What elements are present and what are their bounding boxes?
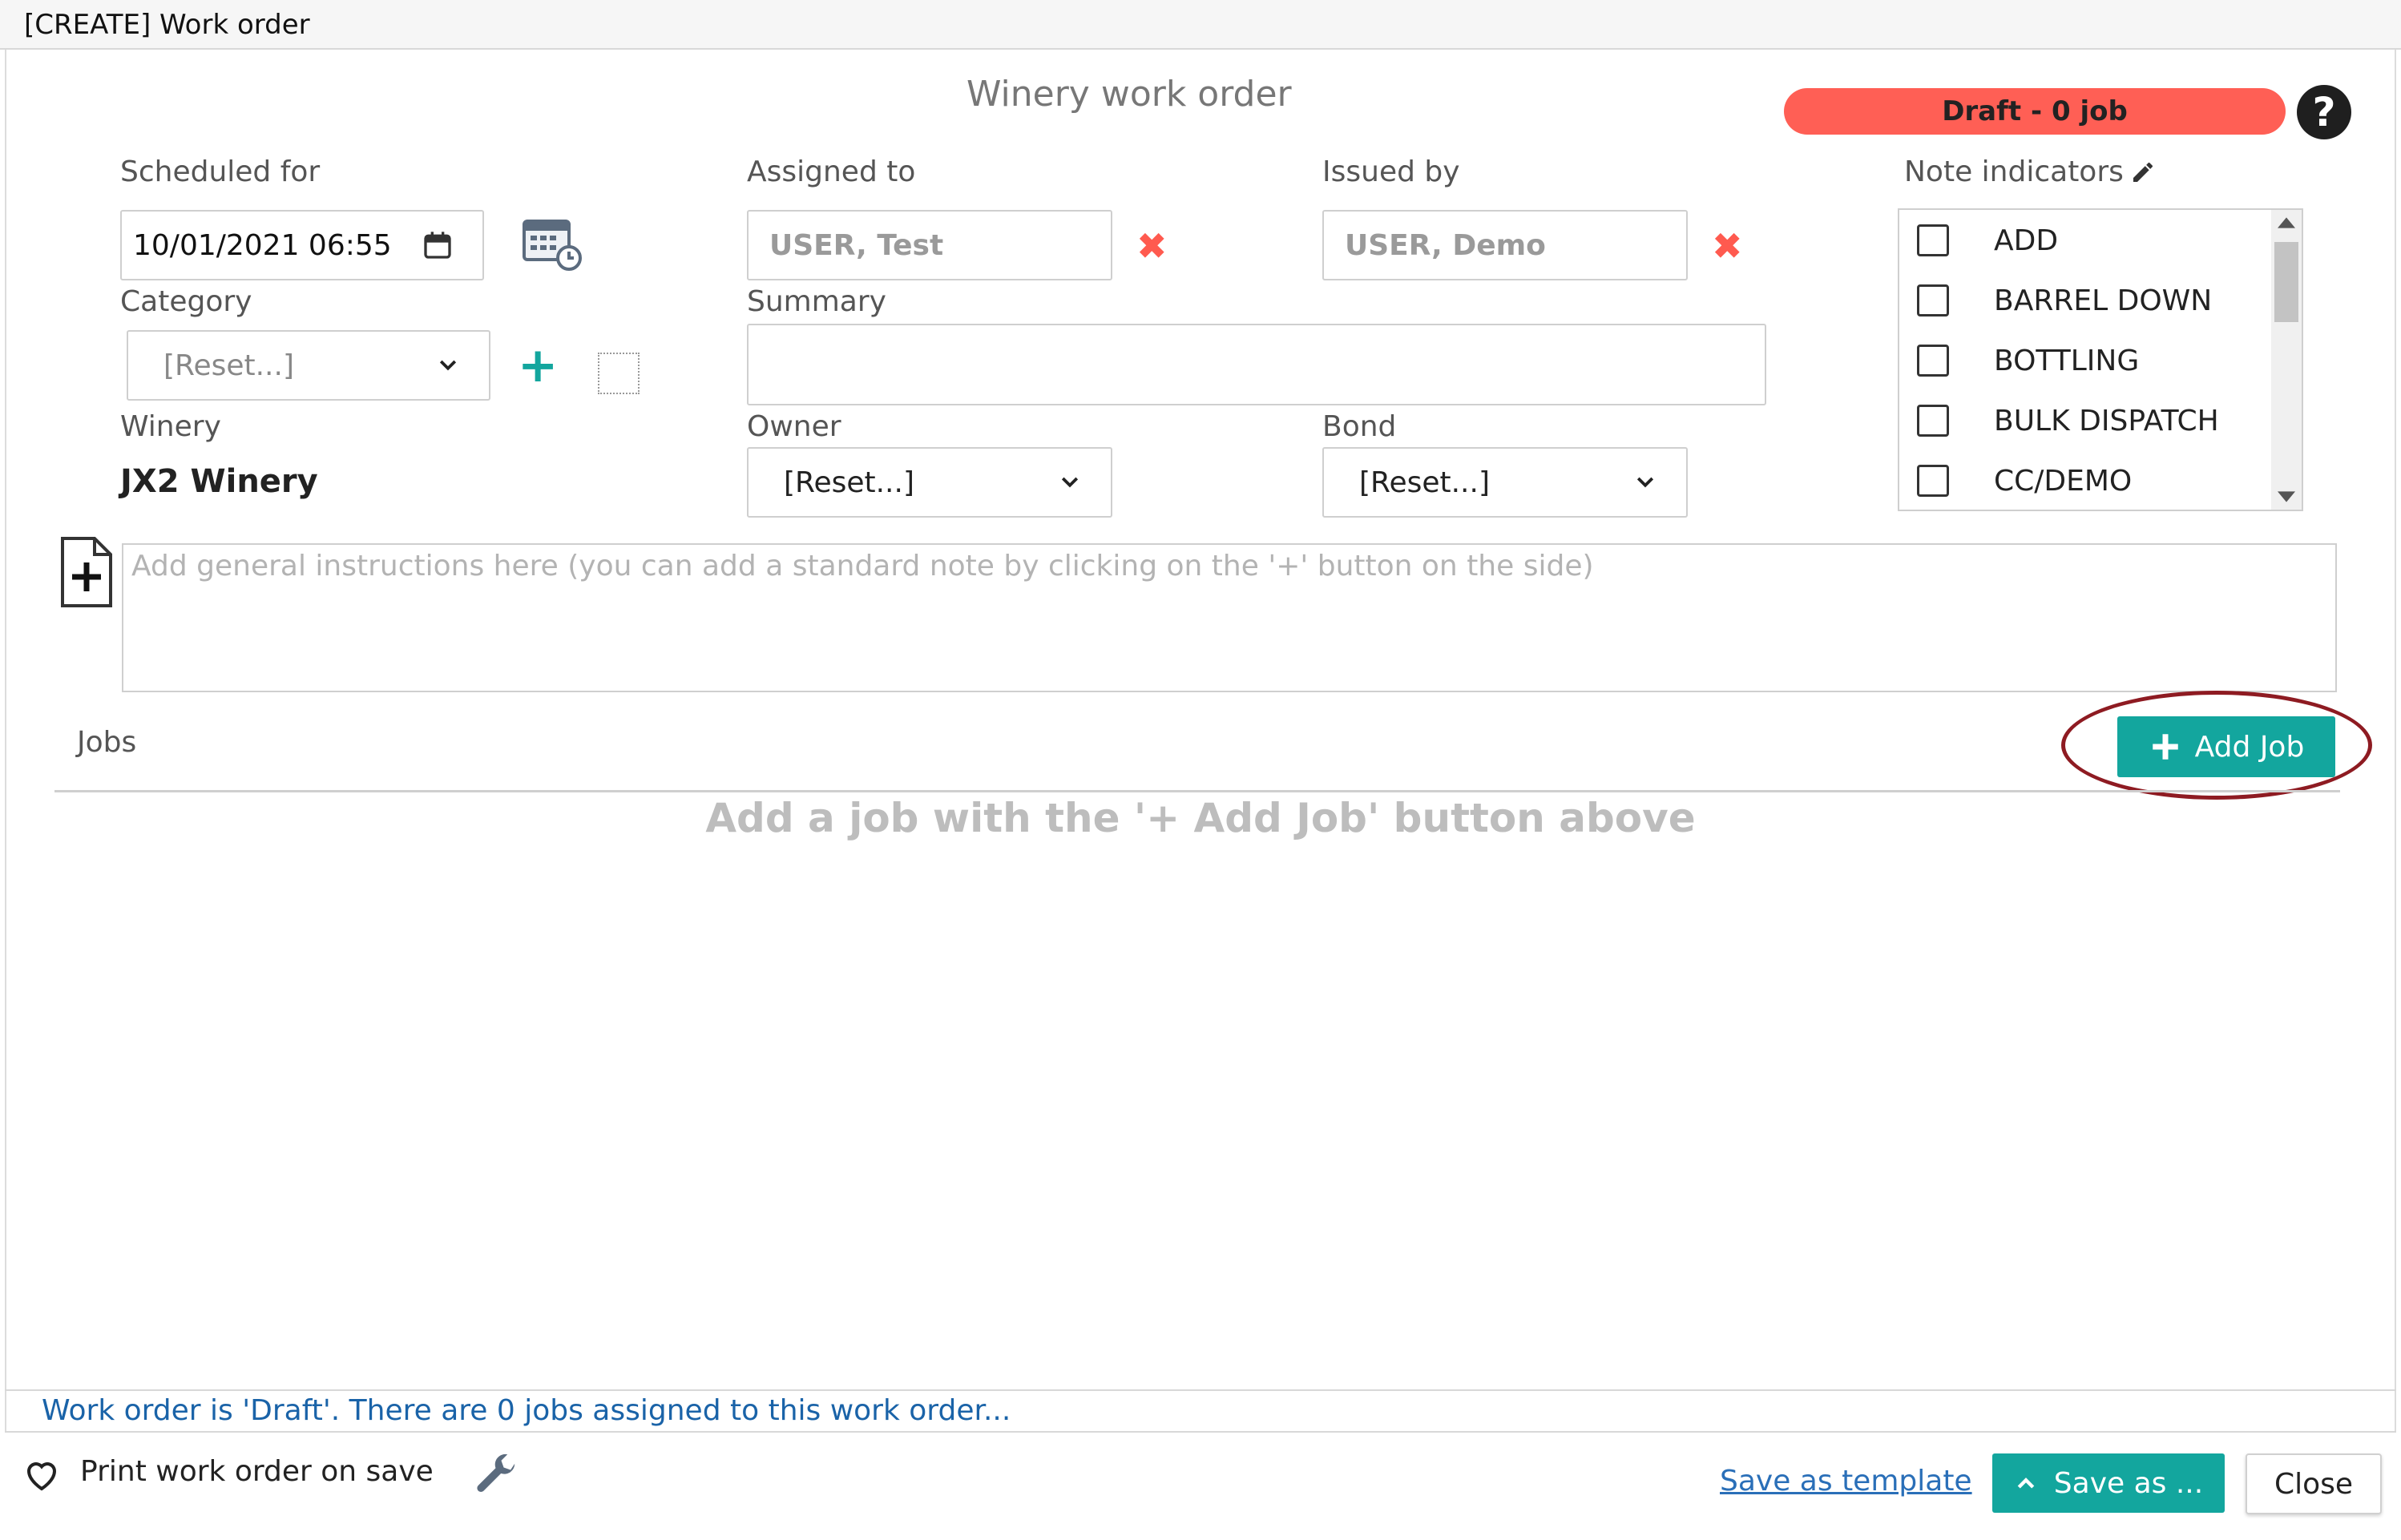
category-value: [Reset...] — [163, 349, 294, 382]
checkbox[interactable] — [1917, 465, 1949, 497]
winery-label: Winery — [120, 410, 221, 443]
category-select[interactable]: [Reset...] — [127, 330, 490, 401]
save-as-label: Save as ... — [2053, 1466, 2204, 1500]
jobs-divider — [54, 790, 2340, 792]
bond-select[interactable]: [Reset...] — [1322, 447, 1688, 518]
highlight-ring — [2061, 691, 2372, 800]
save-as-button[interactable]: Save as ... — [1992, 1453, 2225, 1513]
scheduled-label: Scheduled for — [120, 155, 321, 188]
chevron-down-icon — [1061, 477, 1079, 488]
jobs-empty-message: Add a job with the '+ Add Job' button ab… — [705, 795, 1696, 841]
status-message: Work order is 'Draft'. There are 0 jobs … — [5, 1389, 2396, 1433]
category-color-swatch[interactable] — [598, 353, 640, 394]
scroll-down-icon[interactable] — [2278, 490, 2295, 503]
issued-by-field[interactable]: USER, Demo — [1322, 210, 1688, 280]
checkbox[interactable] — [1917, 405, 1949, 437]
bond-label: Bond — [1322, 410, 1397, 443]
assigned-label: Assigned to — [747, 155, 916, 188]
scrollbar-thumb[interactable] — [2274, 242, 2298, 322]
assigned-to-field[interactable]: USER, Test — [747, 210, 1112, 280]
checkbox[interactable] — [1917, 224, 1949, 256]
add-standard-note-icon[interactable] — [59, 535, 114, 609]
form-title: Winery work order — [966, 74, 1292, 115]
bond-value: [Reset...] — [1359, 466, 1490, 499]
note-indicators-list[interactable]: ADD BARREL DOWN BOTTLING BULK DISPATCH C… — [1898, 208, 2303, 511]
note-indicators-label: Note indicators — [1904, 155, 2124, 188]
scheduled-date-value: 10/01/2021 06:55 — [133, 228, 392, 262]
note-item[interactable]: BULK DISPATCH — [1917, 397, 2219, 445]
clear-issued-icon[interactable]: ✖ — [1712, 228, 1743, 264]
winery-value: JX2 Winery — [120, 463, 318, 500]
chevron-up-icon — [2017, 1478, 2035, 1489]
checkbox[interactable] — [1917, 284, 1949, 316]
chevron-down-icon — [1636, 477, 1654, 488]
clear-assigned-icon[interactable]: ✖ — [1136, 228, 1168, 264]
window-title: [CREATE] Work order — [0, 0, 2401, 50]
note-item[interactable]: BARREL DOWN — [1917, 276, 2212, 325]
general-instructions-input[interactable]: Add general instructions here (you can a… — [122, 543, 2337, 692]
add-category-icon[interactable]: + — [518, 341, 558, 389]
owner-select[interactable]: [Reset...] — [747, 447, 1112, 518]
heart-icon[interactable] — [22, 1457, 61, 1492]
note-item[interactable]: CC/DEMO — [1917, 457, 2132, 505]
schedule-calendar-clock-icon[interactable] — [521, 215, 585, 272]
note-item[interactable]: ADD — [1917, 216, 2058, 264]
help-icon[interactable]: ? — [2297, 85, 2351, 139]
save-as-template-link[interactable]: Save as template — [1720, 1465, 1972, 1498]
owner-label: Owner — [747, 410, 841, 443]
jobs-label: Jobs — [77, 726, 137, 759]
owner-value: [Reset...] — [784, 466, 914, 499]
status-badge: Draft - 0 job — [1784, 88, 2286, 135]
issued-label: Issued by — [1322, 155, 1460, 188]
scheduled-date-input[interactable]: 10/01/2021 06:55 — [120, 210, 484, 280]
note-item[interactable]: BOTTLING — [1917, 337, 2139, 385]
chevron-down-icon — [439, 360, 457, 371]
category-label: Category — [120, 285, 252, 318]
wrench-icon[interactable] — [471, 1450, 521, 1500]
close-button[interactable]: Close — [2246, 1453, 2382, 1514]
summary-input[interactable] — [747, 324, 1766, 405]
calendar-icon[interactable] — [422, 229, 454, 261]
print-on-save-label[interactable]: Print work order on save — [80, 1455, 434, 1488]
scroll-up-icon[interactable] — [2278, 216, 2295, 229]
pencil-icon[interactable] — [2130, 159, 2156, 185]
summary-label: Summary — [747, 285, 886, 318]
checkbox[interactable] — [1917, 345, 1949, 377]
note-indicators-header: Note indicators — [1904, 155, 2156, 188]
